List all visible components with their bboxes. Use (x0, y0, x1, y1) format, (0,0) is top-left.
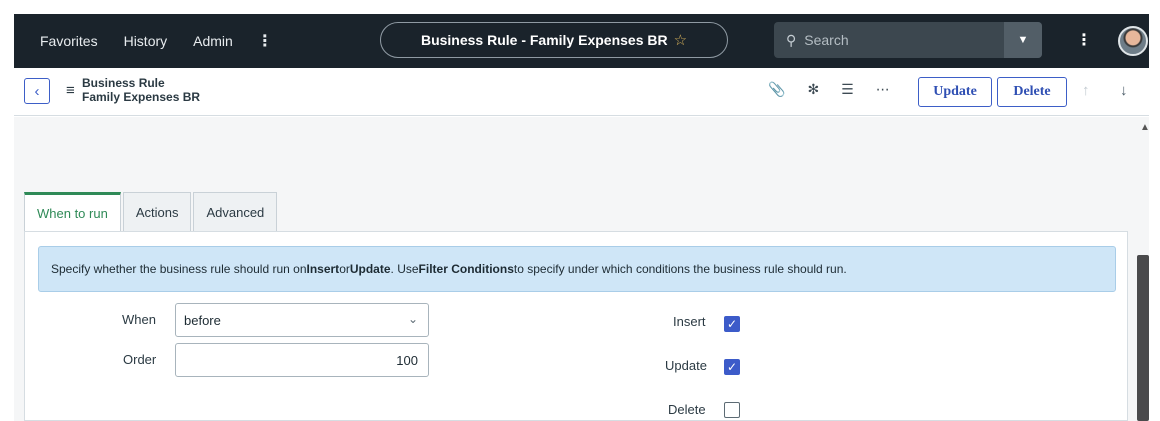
top-nav-bar: Favorites History Admin ⋮ Business Rule … (14, 14, 1149, 68)
chevron-down-icon: ⌄ (407, 312, 418, 326)
update-button[interactable]: Update (918, 77, 992, 107)
order-value: 100 (396, 352, 418, 368)
info-update: Update (349, 262, 391, 276)
paperclip-icon[interactable]: 📎 (768, 81, 785, 98)
tab-actions[interactable]: Actions (122, 192, 192, 232)
avatar[interactable] (1118, 26, 1148, 56)
search-scope-dropdown[interactable]: ▼ (1004, 22, 1042, 58)
nav-history[interactable]: History (124, 33, 168, 49)
when-value: before (184, 312, 221, 328)
record-header: ‹ ≡ Business Rule Family Expenses BR 📎 ✻… (14, 68, 1149, 116)
tab-advanced[interactable]: Advanced (193, 192, 278, 232)
insert-checkbox[interactable]: ✓ (724, 316, 740, 332)
chevron-left-icon: ‹ (34, 82, 40, 100)
info-use: . Use (390, 262, 419, 276)
tab-when-to-run[interactable]: When to run (24, 192, 121, 232)
delete-label: Delete (668, 402, 706, 417)
when-to-run-panel: Specify whether the business rule should… (24, 231, 1128, 421)
more-horizontal-icon[interactable]: ⋯ (876, 81, 890, 98)
scroll-up-icon[interactable]: ▲ (1140, 122, 1150, 133)
record-name: Family Expenses BR (82, 90, 201, 104)
order-field[interactable]: 100 (175, 343, 429, 377)
activity-icon[interactable]: ✻ (807, 81, 819, 98)
context-title: Business Rule - Family Expenses BR (420, 32, 668, 48)
search-icon: ⚲ (786, 31, 797, 48)
form-menu-icon[interactable]: ≡ (66, 82, 75, 99)
record-title: Business Rule Family Expenses BR (82, 76, 200, 104)
search-input[interactable]: Search (804, 32, 848, 48)
settings-sliders-icon[interactable]: ☰ (841, 81, 854, 98)
info-text-tail: to specify under which conditions the bu… (513, 262, 847, 276)
update-checkbox[interactable]: ✓ (724, 359, 740, 375)
info-or: or (339, 262, 350, 276)
header-icon-group: 📎 ✻ ☰ ⋯ (768, 81, 890, 98)
context-title-pill[interactable]: Business Rule - Family Expenses BR ☆ (380, 22, 728, 58)
next-record-icon[interactable]: ↓ (1120, 82, 1128, 99)
order-label: Order (123, 352, 157, 367)
delete-button[interactable]: Delete (997, 77, 1067, 107)
favorite-star-icon[interactable]: ☆ (674, 31, 687, 49)
when-label: When (122, 312, 156, 327)
update-label: Update (665, 358, 707, 373)
info-text: Specify whether the business rule should… (51, 262, 307, 276)
nav-admin[interactable]: Admin (193, 33, 233, 49)
global-search[interactable]: ⚲ Search ▼ (774, 22, 1042, 58)
info-message: Specify whether the business rule should… (38, 246, 1116, 292)
nav-more-icon[interactable]: ⋮ (257, 31, 273, 51)
scrollbar-thumb[interactable] (1137, 255, 1149, 421)
delete-checkbox[interactable] (724, 402, 740, 418)
record-type: Business Rule (82, 76, 165, 90)
info-filter-conditions: Filter Conditions (418, 262, 514, 276)
back-button[interactable]: ‹ (24, 78, 50, 104)
section-tabs: When to run Actions Advanced (24, 192, 279, 232)
info-insert: Insert (306, 262, 340, 276)
user-more-icon[interactable]: ⋮ (1076, 30, 1092, 50)
nav-favorites[interactable]: Favorites (40, 33, 98, 49)
previous-record-icon[interactable]: ↑ (1082, 82, 1090, 99)
when-select[interactable]: before ⌄ (175, 303, 429, 337)
insert-label: Insert (673, 314, 706, 329)
